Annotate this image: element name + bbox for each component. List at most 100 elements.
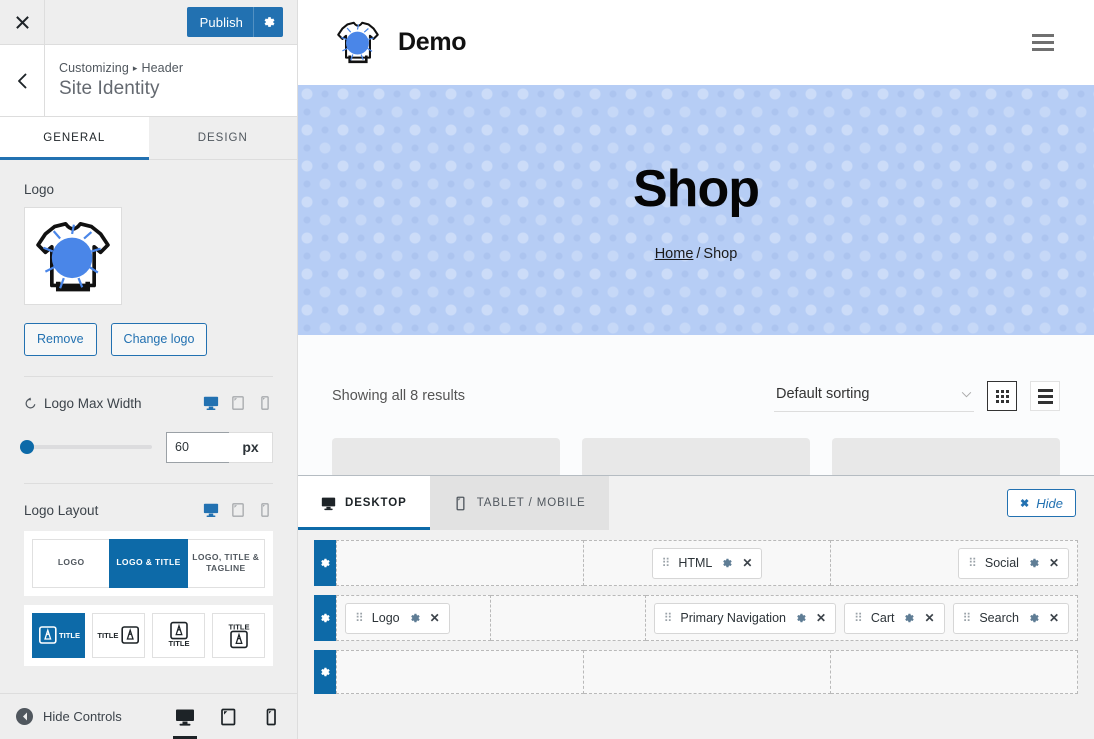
layout-device-desktop-icon[interactable]: [202, 502, 219, 519]
row-settings-gear-icon[interactable]: [314, 540, 336, 586]
logo-max-width-input[interactable]: 60: [166, 431, 229, 463]
remove-logo-button[interactable]: Remove: [24, 323, 97, 356]
product-card-placeholder[interactable]: [582, 438, 810, 478]
drag-handle-icon[interactable]: ⠿: [968, 557, 977, 569]
builder-item-label: Logo: [371, 611, 400, 625]
logo-max-width-label-group: Logo Max Width: [24, 396, 142, 411]
item-remove-close-icon[interactable]: ✕: [430, 612, 440, 624]
builder-item-cart[interactable]: ⠿ Cart ✕: [844, 602, 945, 634]
drop-zone-left[interactable]: ⠿ Logo ✕: [336, 595, 492, 641]
item-remove-close-icon[interactable]: ✕: [924, 612, 934, 624]
item-settings-gear-icon[interactable]: [721, 557, 733, 569]
publish-label: Publish: [199, 14, 243, 30]
logo-above-title-icon: TITLE: [168, 621, 189, 648]
drag-handle-icon[interactable]: ⠿: [963, 612, 972, 624]
tab-general[interactable]: GENERAL: [0, 117, 149, 160]
logo-position-logo-above[interactable]: TITLE: [152, 612, 205, 658]
site-branding[interactable]: Demo: [332, 15, 467, 71]
drag-handle-icon[interactable]: ⠿: [664, 612, 673, 624]
breadcrumb-current[interactable]: Header: [142, 61, 184, 75]
publish-button[interactable]: Publish: [186, 7, 283, 37]
footer-device-mobile-icon[interactable]: [261, 700, 281, 734]
logo-max-width-unit: px: [229, 431, 273, 463]
breadcrumb: Customizing ▸ Header: [59, 61, 183, 75]
drop-zone-right[interactable]: ⠿ Social ✕: [831, 540, 1078, 586]
item-remove-close-icon[interactable]: ✕: [742, 557, 752, 569]
layout-device-tablet-icon[interactable]: [229, 502, 246, 519]
shop-toolbar-right: Default sorting: [774, 380, 1060, 412]
row-settings-gear-icon[interactable]: [314, 650, 336, 694]
item-settings-gear-icon[interactable]: [903, 612, 915, 624]
result-count: Showing all 8 results: [332, 388, 465, 404]
logo-preview-thumbnail[interactable]: [24, 207, 122, 305]
logo-position-title-left[interactable]: TITLE: [92, 612, 145, 658]
tab-desktop[interactable]: DESKTOP: [298, 476, 430, 530]
close-icon[interactable]: [0, 0, 45, 44]
builder-item-primary-navigation[interactable]: ⠿ Primary Navigation ✕: [653, 602, 837, 634]
publish-settings-gear-icon[interactable]: [253, 7, 283, 37]
logo-position-title-above[interactable]: TITLE: [212, 612, 265, 658]
sorting-select[interactable]: Default sorting: [774, 380, 974, 412]
list-view-icon[interactable]: [1030, 381, 1060, 411]
reset-icon[interactable]: [24, 397, 37, 410]
hero-page-title: Shop: [633, 159, 760, 218]
drop-zone-center[interactable]: ⠿ HTML ✕: [584, 540, 831, 586]
product-grid: [298, 412, 1094, 478]
drop-zone-right[interactable]: ⠿ Primary Navigation ✕ ⠿ Cart ✕ ⠿ Search…: [645, 595, 1078, 641]
builder-item-label: Primary Navigation: [680, 611, 786, 625]
logo-max-width-device-switcher: [202, 395, 273, 412]
device-tablet-icon[interactable]: [229, 395, 246, 412]
tab-design[interactable]: DESIGN: [148, 117, 297, 159]
customizer-controls-body: Logo Remove Change logo Logo Max Width 6…: [0, 160, 297, 693]
builder-item-social[interactable]: ⠿ Social ✕: [958, 547, 1069, 579]
logo-position-logo-left[interactable]: TITLE: [32, 612, 85, 658]
back-button[interactable]: [0, 44, 45, 117]
change-logo-button[interactable]: Change logo: [110, 323, 208, 356]
tab-tablet-mobile[interactable]: TABLET / MOBILE: [429, 476, 609, 530]
drop-zone-left[interactable]: [336, 540, 584, 586]
product-card-placeholder[interactable]: [832, 438, 1060, 478]
item-settings-gear-icon[interactable]: [1028, 557, 1040, 569]
device-desktop-icon[interactable]: [202, 395, 219, 412]
logo-max-width-slider[interactable]: [20, 440, 152, 455]
drag-handle-icon[interactable]: ⠿: [662, 557, 671, 569]
drop-zone-right[interactable]: [831, 650, 1078, 694]
item-remove-close-icon[interactable]: ✕: [816, 612, 826, 624]
breadcrumb-home-link[interactable]: Home: [655, 246, 694, 262]
footer-device-desktop-icon[interactable]: [175, 700, 195, 734]
title-above-logo-icon: TITLE: [228, 623, 249, 649]
layout-device-mobile-icon[interactable]: [256, 502, 273, 519]
item-settings-gear-icon[interactable]: [795, 612, 807, 624]
item-settings-gear-icon[interactable]: [1028, 612, 1040, 624]
slider-handle[interactable]: [20, 440, 34, 455]
breadcrumb-root[interactable]: Customizing: [59, 61, 129, 75]
drag-handle-icon[interactable]: ⠿: [854, 612, 863, 624]
product-card-placeholder[interactable]: [332, 438, 560, 478]
customizer-footer: Hide Controls: [0, 693, 297, 739]
logo-layout-option-logo[interactable]: LOGO: [32, 538, 111, 588]
drop-zone-center[interactable]: [491, 595, 646, 641]
builder-item-search[interactable]: ⠿ Search ✕: [952, 602, 1069, 634]
device-mobile-icon[interactable]: [256, 395, 273, 412]
item-remove-close-icon[interactable]: ✕: [1049, 612, 1059, 624]
item-settings-gear-icon[interactable]: [409, 612, 421, 624]
logo-layout-option-logo-title-tagline[interactable]: LOGO, TITLE & TAGLINE: [186, 538, 265, 588]
drop-zone-center[interactable]: [584, 650, 831, 694]
drop-zone-left[interactable]: [336, 650, 584, 694]
footer-device-tablet-icon[interactable]: [218, 700, 238, 734]
item-remove-close-icon[interactable]: ✕: [1049, 557, 1059, 569]
hide-builder-button[interactable]: ✖ Hide: [1007, 489, 1076, 517]
customizer-tabs: GENERAL DESIGN: [0, 117, 297, 160]
logo-layout-option-logo-title[interactable]: LOGO & TITLE: [109, 538, 188, 588]
builder-item-logo[interactable]: ⠿ Logo ✕: [345, 602, 450, 634]
builder-device-tabs: DESKTOP TABLET / MOBILE: [298, 476, 609, 530]
hide-controls-button[interactable]: Hide Controls: [16, 708, 122, 725]
builder-item-html[interactable]: ⠿ HTML ✕: [651, 547, 763, 579]
drag-handle-icon[interactable]: ⠿: [355, 612, 364, 624]
grid-view-icon[interactable]: [987, 381, 1017, 411]
title-left-logo-right-icon: TITLE: [97, 626, 139, 644]
logo-action-buttons: Remove Change logo: [24, 323, 273, 356]
hamburger-menu-icon[interactable]: [1026, 28, 1060, 57]
row-settings-gear-icon[interactable]: [314, 595, 336, 641]
